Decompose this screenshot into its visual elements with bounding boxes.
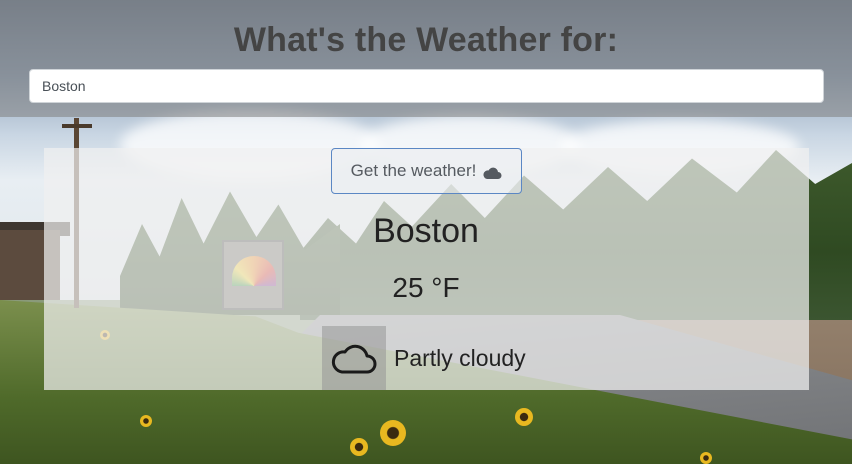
sunflower [140,415,152,427]
city-search-input[interactable] [29,69,824,103]
sunflower [700,452,712,464]
sunflower [380,420,406,446]
sunflower [350,438,368,456]
utility-pole-crossbar [62,124,92,128]
condition-row: Partly cloudy [322,326,526,390]
cloud-outline-icon [322,326,386,390]
sunflower [515,408,533,426]
temperature-value: 25 °F [392,272,460,303]
cloud-icon [482,165,502,179]
get-weather-button[interactable]: Get the weather! [331,148,522,194]
page-title: What's the Weather for: [233,21,619,59]
city-name: Boston [373,212,479,250]
get-weather-button-label: Get the weather! [350,161,477,180]
condition-text: Partly cloudy [394,344,526,371]
